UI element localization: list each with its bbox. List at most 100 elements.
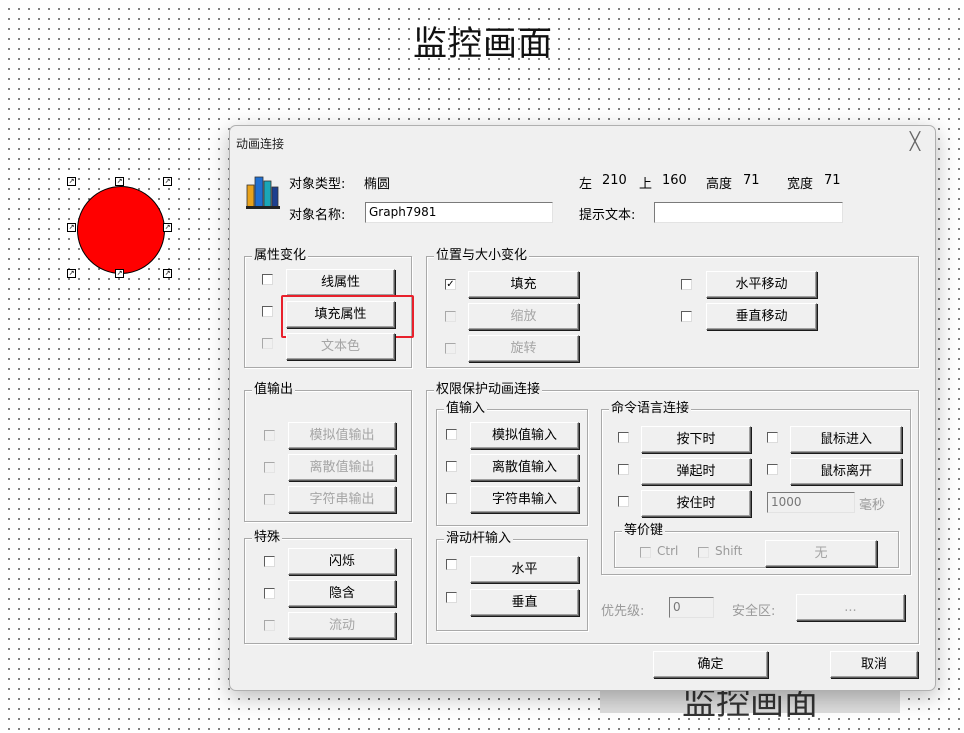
text-color-checkbox — [262, 338, 273, 349]
mouse-leave-button[interactable]: 鼠标离开 — [790, 458, 902, 485]
pos-top-value: 160 — [662, 173, 687, 188]
hide-checkbox[interactable] — [264, 588, 275, 599]
ok-button[interactable]: 确定 — [653, 651, 768, 678]
object-type-value: 椭圆 — [364, 177, 391, 192]
string-out-button: 字符串输出 — [288, 486, 396, 513]
text-color-button: 文本色 — [286, 333, 395, 360]
hold-ms-field: 1000 — [767, 492, 855, 513]
height-value: 71 — [743, 173, 760, 188]
mouse-leave-checkbox[interactable] — [767, 464, 778, 475]
slider-input-group: 滑动杆输入 — [436, 531, 588, 631]
mouse-enter-checkbox[interactable] — [767, 432, 778, 443]
priority-field: 0 — [669, 597, 714, 618]
ctrl-label: Ctrl — [657, 544, 679, 558]
resize-handle-w[interactable]: ↗ — [67, 223, 76, 232]
hotkey-title: 等价键 — [622, 523, 666, 539]
pos-top-label: 上 — [639, 177, 653, 192]
resize-handle-sw[interactable]: ↗ — [67, 269, 76, 278]
hint-text-label: 提示文本: — [579, 208, 636, 223]
discrete-out-button: 离散值输出 — [288, 454, 396, 481]
shift-checkbox — [698, 547, 709, 558]
hold-checkbox[interactable] — [618, 496, 629, 507]
discrete-in-checkbox[interactable] — [446, 461, 457, 472]
fill-button[interactable]: 填充 — [468, 271, 579, 298]
release-checkbox[interactable] — [618, 464, 629, 475]
slider-input-title: 滑动杆输入 — [444, 531, 514, 547]
animation-link-dialog: 动画连接 ╳ 对象类型: 椭圆 左 210 上 160 高度 71 宽度 71 … — [229, 125, 936, 691]
analog-in-checkbox[interactable] — [446, 429, 457, 440]
value-input-title: 值输入 — [444, 401, 488, 417]
hint-text-field[interactable] — [654, 202, 843, 223]
pos-left-value: 210 — [602, 173, 627, 188]
horizontal-button[interactable]: 水平 — [470, 556, 579, 583]
flow-checkbox — [264, 620, 275, 631]
cancel-button[interactable]: 取消 — [830, 651, 918, 678]
value-output-title: 值输出 — [252, 382, 296, 398]
position-size-title: 位置与大小变化 — [434, 248, 530, 264]
hold-button[interactable]: 按住时 — [641, 490, 751, 517]
ctrl-checkbox — [640, 547, 651, 558]
resize-handle-n[interactable]: ↗ — [115, 177, 124, 186]
pos-left-label: 左 — [579, 177, 593, 192]
analog-in-button[interactable]: 模拟值输入 — [470, 422, 579, 449]
string-in-checkbox[interactable] — [446, 493, 457, 504]
close-icon[interactable]: ╳ — [905, 131, 925, 153]
h-move-button[interactable]: 水平移动 — [706, 271, 817, 298]
hotkey-none-button: 无 — [765, 540, 877, 567]
horizontal-checkbox[interactable] — [446, 559, 457, 570]
h-move-checkbox[interactable] — [681, 279, 692, 290]
priority-label: 优先级: — [601, 604, 645, 619]
resize-handle-e[interactable]: ↗ — [163, 223, 172, 232]
string-in-button[interactable]: 字符串输入 — [470, 486, 579, 513]
v-move-checkbox[interactable] — [681, 311, 692, 322]
line-attr-button[interactable]: 线属性 — [286, 269, 395, 296]
vertical-button[interactable]: 垂直 — [470, 589, 579, 616]
books-icon — [246, 176, 280, 209]
rotate-button: 旋转 — [468, 335, 579, 362]
blink-button[interactable]: 闪烁 — [288, 548, 396, 575]
object-name-field[interactable]: Graph7981 — [365, 202, 553, 223]
discrete-in-button[interactable]: 离散值输入 — [470, 454, 579, 481]
width-label: 宽度 — [787, 177, 814, 192]
special-title: 特殊 — [252, 530, 283, 546]
hide-button[interactable]: 隐含 — [288, 580, 396, 607]
canvas-title: 监控画面 — [413, 24, 553, 64]
scale-checkbox — [445, 311, 456, 322]
height-label: 高度 — [706, 177, 733, 192]
fill-checkbox[interactable]: ✓ — [445, 279, 456, 290]
analog-out-button: 模拟值输出 — [288, 422, 396, 449]
mouse-enter-button[interactable]: 鼠标进入 — [790, 426, 902, 453]
ms-unit-label: 毫秒 — [859, 498, 886, 513]
resize-handle-se[interactable]: ↗ — [163, 269, 172, 278]
red-ellipse[interactable] — [77, 186, 165, 274]
dialog-title: 动画连接 — [236, 137, 285, 151]
shift-label: Shift — [715, 544, 743, 558]
permission-title: 权限保护动画连接 — [434, 382, 543, 398]
object-name-label: 对象名称: — [289, 208, 346, 223]
security-zone-label: 安全区: — [732, 604, 776, 619]
dialog-titlebar: 动画连接 ╳ — [230, 126, 935, 160]
fill-attr-checkbox[interactable] — [262, 306, 273, 317]
width-value: 71 — [824, 173, 841, 188]
resize-handle-ne[interactable]: ↗ — [163, 177, 172, 186]
blink-checkbox[interactable] — [264, 556, 275, 567]
string-out-checkbox — [264, 494, 275, 505]
flow-button: 流动 — [288, 612, 396, 639]
attribute-change-title: 属性变化 — [252, 248, 309, 264]
press-down-checkbox[interactable] — [618, 432, 629, 443]
resize-handle-nw[interactable]: ↗ — [67, 177, 76, 186]
command-language-title: 命令语言连接 — [609, 401, 692, 417]
analog-out-checkbox — [264, 430, 275, 441]
security-zone-button: ... — [796, 594, 905, 621]
discrete-out-checkbox — [264, 462, 275, 473]
line-attr-checkbox[interactable] — [262, 274, 273, 285]
object-type-label: 对象类型: — [289, 177, 346, 192]
press-down-button[interactable]: 按下时 — [641, 426, 751, 453]
release-button[interactable]: 弹起时 — [641, 458, 751, 485]
vertical-checkbox[interactable] — [446, 592, 457, 603]
v-move-button[interactable]: 垂直移动 — [706, 303, 817, 330]
rotate-checkbox — [445, 343, 456, 354]
fill-attr-highlight — [281, 295, 414, 338]
resize-handle-s[interactable]: ↗ — [115, 269, 124, 278]
scale-button: 缩放 — [468, 303, 579, 330]
